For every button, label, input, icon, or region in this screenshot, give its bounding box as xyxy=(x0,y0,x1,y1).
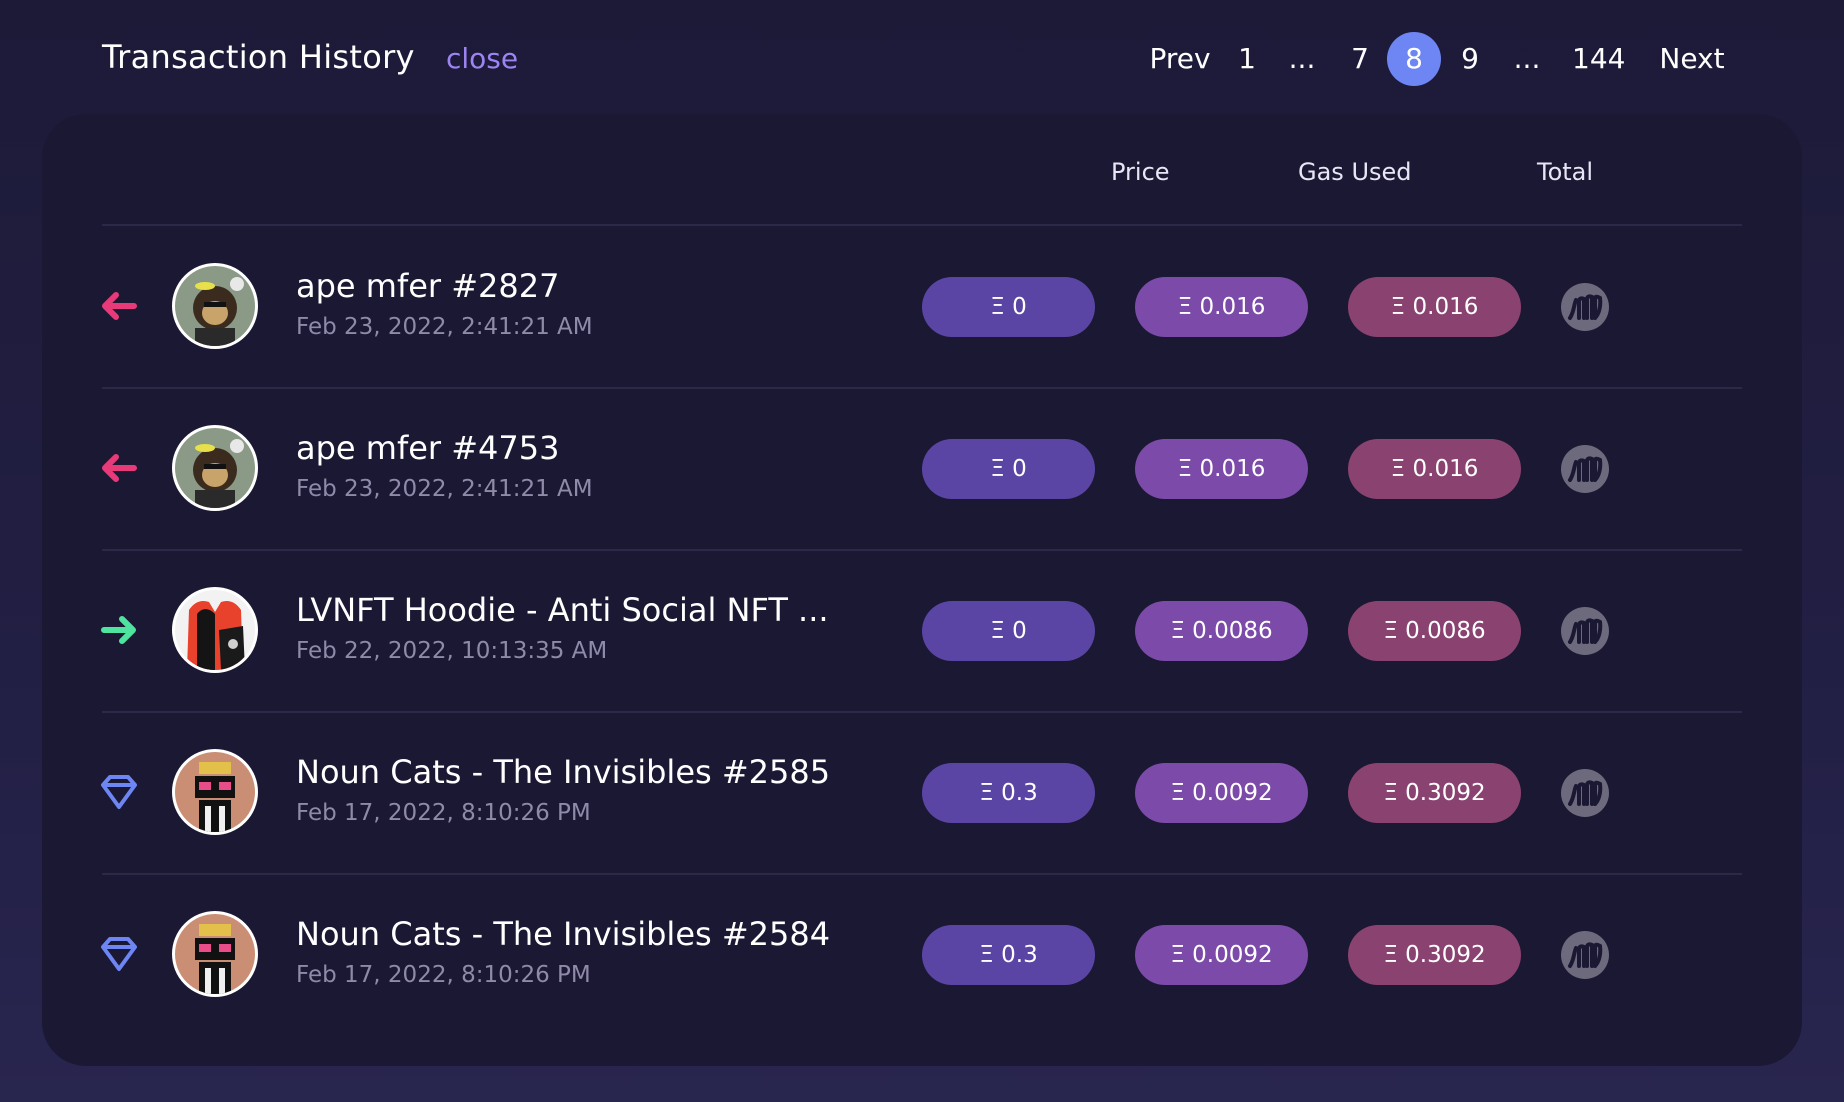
prev-page-button[interactable]: Prev xyxy=(1138,33,1222,85)
arrow-left-icon xyxy=(102,292,137,320)
price-pill: Ξ 0 xyxy=(922,601,1095,661)
item-name[interactable]: ape mfer #4753 xyxy=(296,429,559,467)
total-pill: Ξ 0.016 xyxy=(1348,439,1521,499)
table-row[interactable]: ape mfer #2827 Feb 23, 2022, 2:41:21 AM … xyxy=(0,225,1844,387)
gas-pill: Ξ 0.016 xyxy=(1135,277,1308,337)
total-pill: Ξ 0.0086 xyxy=(1348,601,1521,661)
page-button-8-current[interactable]: 8 xyxy=(1387,32,1441,86)
item-date: Feb 23, 2022, 2:41:21 AM xyxy=(296,314,593,340)
item-date: Feb 17, 2022, 8:10:26 PM xyxy=(296,800,591,826)
column-header-total: Total xyxy=(1537,158,1594,186)
gas-pill: Ξ 0.0092 xyxy=(1135,763,1308,823)
avatar xyxy=(172,587,258,673)
item-date: Feb 22, 2022, 10:13:35 AM xyxy=(296,638,608,664)
page-button-7[interactable]: 7 xyxy=(1344,33,1376,85)
diamond-icon xyxy=(101,937,137,971)
price-pill: Ξ 0.3 xyxy=(922,925,1095,985)
column-header-gas-used: Gas Used xyxy=(1298,158,1412,186)
page-button-1[interactable]: 1 xyxy=(1232,33,1262,85)
table-row[interactable]: Noun Cats - The Invisibles #2584 Feb 17,… xyxy=(0,873,1844,1035)
arrow-left-icon xyxy=(102,454,137,482)
avatar xyxy=(172,911,258,997)
marketplace-logo-icon[interactable] xyxy=(1560,282,1610,332)
gas-pill: Ξ 0.0086 xyxy=(1135,601,1308,661)
gas-pill: Ξ 0.0092 xyxy=(1135,925,1308,985)
table-row[interactable]: Noun Cats - The Invisibles #2585 Feb 17,… xyxy=(0,711,1844,873)
avatar xyxy=(172,425,258,511)
arrow-right-icon xyxy=(101,616,136,644)
item-date: Feb 23, 2022, 2:41:21 AM xyxy=(296,476,593,502)
item-name[interactable]: ape mfer #2827 xyxy=(296,267,559,305)
page-ellipsis: ... xyxy=(1288,42,1316,75)
table-row[interactable]: ape mfer #4753 Feb 23, 2022, 2:41:21 AM … xyxy=(0,387,1844,549)
item-name[interactable]: Noun Cats - The Invisibles #2584 xyxy=(296,915,830,953)
price-pill: Ξ 0 xyxy=(922,277,1095,337)
diamond-icon xyxy=(101,775,137,809)
pagination: Prev 1 ... 7 8 9 ... 144 Next xyxy=(0,32,1844,86)
gas-pill: Ξ 0.016 xyxy=(1135,439,1308,499)
page-ellipsis: ... xyxy=(1513,42,1541,75)
column-header-price: Price xyxy=(1111,158,1170,186)
total-pill: Ξ 0.016 xyxy=(1348,277,1521,337)
marketplace-logo-icon[interactable] xyxy=(1560,444,1610,494)
avatar xyxy=(172,749,258,835)
page-button-144[interactable]: 144 xyxy=(1572,33,1625,85)
item-name[interactable]: LVNFT Hoodie - Anti Social NFT ... xyxy=(296,591,829,629)
next-page-button[interactable]: Next xyxy=(1654,33,1730,85)
table-row[interactable]: LVNFT Hoodie - Anti Social NFT ... Feb 2… xyxy=(0,549,1844,711)
price-pill: Ξ 0 xyxy=(922,439,1095,499)
page-button-9[interactable]: 9 xyxy=(1454,33,1486,85)
marketplace-logo-icon[interactable] xyxy=(1560,606,1610,656)
item-name[interactable]: Noun Cats - The Invisibles #2585 xyxy=(296,753,830,791)
marketplace-logo-icon[interactable] xyxy=(1560,930,1610,980)
item-date: Feb 17, 2022, 8:10:26 PM xyxy=(296,962,591,988)
price-pill: Ξ 0.3 xyxy=(922,763,1095,823)
top-bar: Transaction History close Prev 1 ... 7 8… xyxy=(0,0,1844,110)
total-pill: Ξ 0.3092 xyxy=(1348,925,1521,985)
total-pill: Ξ 0.3092 xyxy=(1348,763,1521,823)
marketplace-logo-icon[interactable] xyxy=(1560,768,1610,818)
avatar xyxy=(172,263,258,349)
